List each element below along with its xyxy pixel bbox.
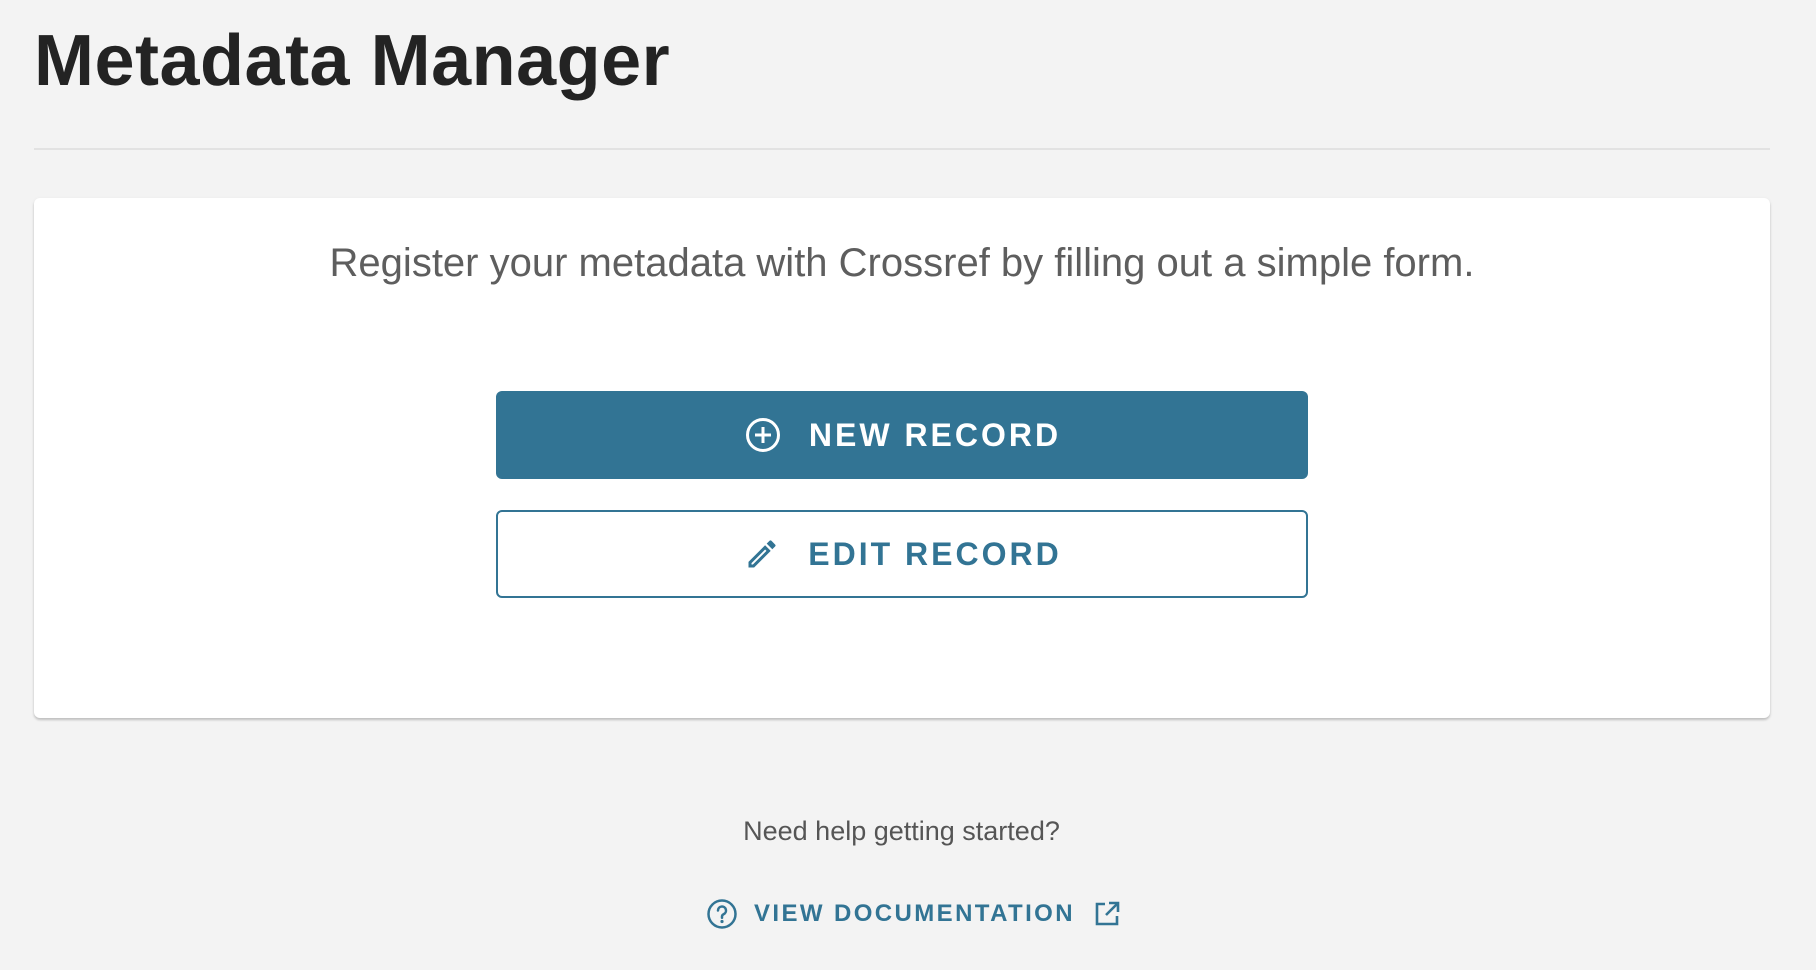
new-record-label: NEW RECORD: [808, 416, 1062, 453]
card-subtitle: Register your metadata with Crossref by …: [329, 241, 1475, 285]
page: Metadata Manager Register your metadata …: [0, 0, 1816, 970]
edit-record-label: EDIT RECORD: [808, 535, 1062, 572]
view-documentation-link[interactable]: VIEW DOCUMENTATION: [706, 895, 1123, 933]
pencil-icon: [742, 534, 782, 574]
help-prompt: Need help getting started?: [743, 816, 1060, 846]
header-divider: [34, 148, 1770, 150]
page-title: Metadata Manager: [34, 21, 671, 101]
action-card: Register your metadata with Crossref by …: [34, 198, 1770, 718]
plus-circle-icon: [743, 415, 783, 455]
view-documentation-label: VIEW DOCUMENTATION: [754, 900, 1075, 927]
new-record-button[interactable]: NEW RECORD: [496, 391, 1308, 479]
edit-record-button[interactable]: EDIT RECORD: [496, 510, 1308, 598]
external-link-icon: [1091, 898, 1123, 930]
help-circle-icon: [706, 898, 738, 930]
